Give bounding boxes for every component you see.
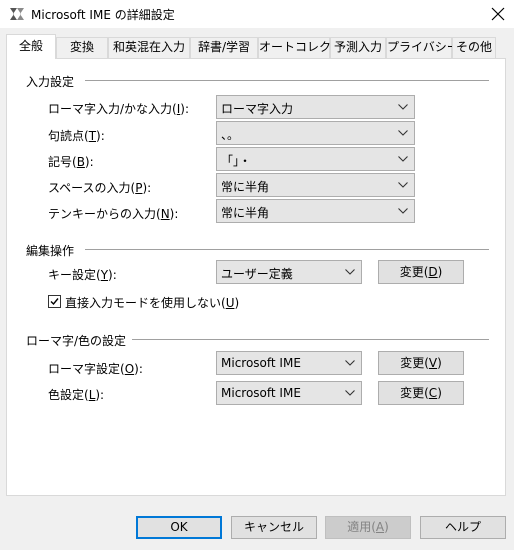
tab-other[interactable]: その他	[452, 37, 496, 58]
close-icon	[491, 7, 505, 21]
direct-input-checkbox[interactable]	[48, 295, 61, 308]
tab-conversion[interactable]: 変換	[56, 37, 108, 58]
apply-button[interactable]: 適用(A)	[325, 516, 411, 539]
cancel-button[interactable]: キャンセル	[231, 516, 317, 539]
group-divider	[85, 80, 489, 81]
input-settings-title: 入力設定	[26, 75, 75, 89]
group-divider	[132, 339, 489, 340]
space-input-label: スペースの入力(P):	[48, 181, 152, 195]
ok-button[interactable]: OK	[136, 516, 222, 539]
window-title: Microsoft IME の詳細設定	[31, 8, 175, 22]
space-input-dropdown[interactable]: 常に半角	[216, 173, 415, 197]
change-color-settings-button[interactable]: 変更(C)	[378, 381, 464, 405]
tab-general[interactable]: 全般	[6, 34, 56, 59]
general-tab-panel: 入力設定 ローマ字入力/かな入力(I): ローマ字入力 句読点(T): 、。 記…	[6, 58, 506, 496]
romaji-settings-dropdown[interactable]: Microsoft IME	[216, 351, 362, 375]
edit-ops-title: 編集操作	[26, 244, 75, 258]
romaji-settings-label: ローマ字設定(O):	[48, 362, 143, 376]
tab-privacy[interactable]: プライバシー	[386, 37, 459, 58]
chevron-down-icon	[345, 360, 355, 366]
romaji-color-title: ローマ字/色の設定	[26, 334, 127, 348]
tab-autocorrect[interactable]: オートコレクト	[258, 37, 343, 58]
symbols-label: 記号(B):	[48, 155, 94, 169]
romaji-kana-label: ローマ字入力/かな入力(I):	[48, 102, 190, 116]
tab-predictive[interactable]: 予測入力	[330, 37, 386, 58]
punctuation-dropdown[interactable]: 、。	[216, 121, 415, 145]
chevron-down-icon	[398, 182, 408, 188]
punctuation-label: 句読点(T):	[48, 129, 105, 143]
chevron-down-icon	[398, 208, 408, 214]
tab-mixed-input[interactable]: 和英混在入力	[108, 37, 190, 58]
tenkey-input-label: テンキーからの入力(N):	[48, 207, 179, 221]
change-romaji-settings-button[interactable]: 変更(V)	[378, 351, 464, 375]
color-settings-dropdown[interactable]: Microsoft IME	[216, 381, 362, 405]
direct-input-label[interactable]: 直接入力モードを使用しない(U)	[65, 294, 239, 311]
color-settings-label: 色設定(L):	[48, 388, 105, 402]
symbols-dropdown[interactable]: 「」・	[216, 147, 415, 171]
tab-dictionary[interactable]: 辞書/学習	[190, 37, 258, 58]
close-button[interactable]	[482, 0, 514, 28]
chevron-down-icon	[345, 390, 355, 396]
group-divider	[85, 249, 489, 250]
checkmark-icon	[50, 298, 59, 306]
title-bar: Microsoft IME の詳細設定	[0, 0, 514, 28]
change-key-settings-button[interactable]: 変更(D)	[378, 260, 464, 284]
tab-strip: 全般 変換 和英混在入力 辞書/学習 オートコレクト 予測入力 プライバシー そ…	[6, 34, 506, 59]
tenkey-input-dropdown[interactable]: 常に半角	[216, 199, 415, 223]
key-settings-label: キー設定(Y):	[48, 268, 117, 282]
key-settings-dropdown[interactable]: ユーザー定義	[216, 260, 362, 284]
romaji-kana-dropdown[interactable]: ローマ字入力	[216, 95, 415, 119]
ime-settings-icon	[9, 6, 25, 22]
help-button[interactable]: ヘルプ	[420, 516, 506, 539]
chevron-down-icon	[398, 104, 408, 110]
chevron-down-icon	[398, 156, 408, 162]
chevron-down-icon	[398, 130, 408, 136]
chevron-down-icon	[345, 269, 355, 275]
